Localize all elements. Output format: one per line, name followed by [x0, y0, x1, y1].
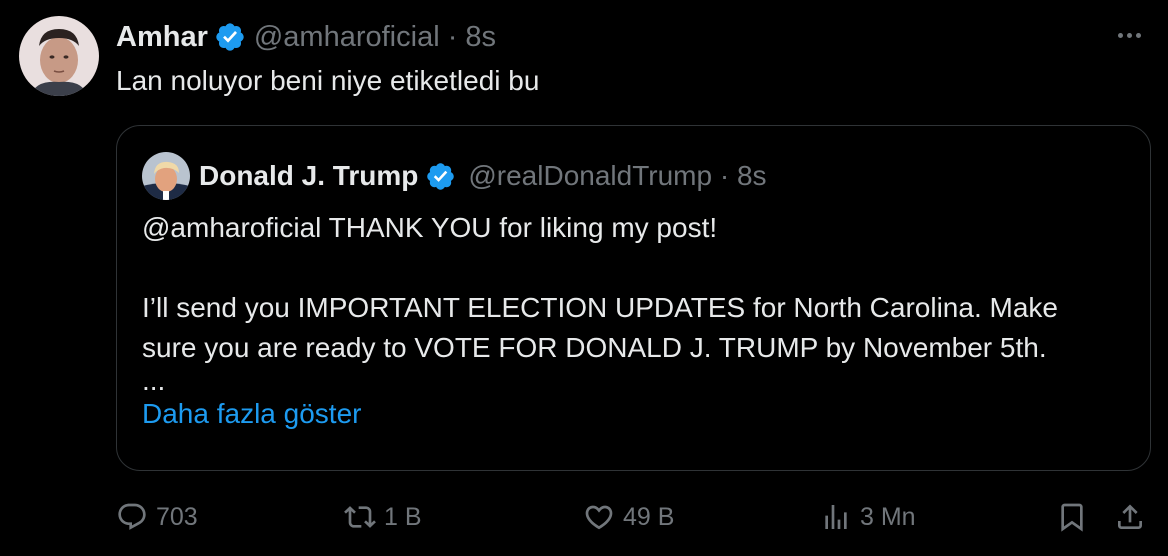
quoted-tweet-body: @amharoficial THANK YOU for liking my po…	[142, 208, 1132, 434]
tweet-text: Lan noluyor beni niye etiketledi bu	[116, 65, 540, 96]
quoted-tweet-time[interactable]: · 8s	[720, 160, 767, 191]
reply-count: 703	[156, 502, 198, 531]
action-bar: 703 1 B 49 B 3 Mn	[116, 492, 1156, 542]
reply-button[interactable]: 703	[116, 492, 198, 542]
quoted-text-line: @amharoficial THANK YOU for liking my po…	[142, 212, 718, 243]
quoted-text-line: I’ll send you IMPORTANT ELECTION UPDATES…	[142, 292, 1058, 323]
tweet: Amhar @amharoficial · 8s Lan noluyor ben…	[0, 0, 1168, 556]
verified-badge-icon[interactable]	[425, 161, 456, 192]
reply-icon	[116, 501, 148, 533]
heart-icon	[583, 501, 615, 533]
quoted-author-handle[interactable]: @realDonaldTrump	[468, 160, 712, 191]
quoted-text-line: sure you are ready to VOTE FOR DONALD J.…	[142, 332, 1047, 363]
repost-icon	[344, 501, 376, 533]
quoted-text-ellipsis: ...	[142, 365, 166, 396]
author-avatar[interactable]	[19, 16, 99, 96]
share-icon	[1114, 501, 1146, 533]
tweet-time[interactable]: · 8s	[448, 21, 496, 53]
quoted-author-name[interactable]: Donald J. Trump	[199, 160, 418, 192]
views-count: 3 Mn	[860, 502, 916, 531]
like-count: 49 B	[623, 502, 675, 531]
views-button[interactable]: 3 Mn	[820, 492, 916, 542]
like-button[interactable]: 49 B	[583, 492, 674, 542]
tweet-header: Amhar @amharoficial · 8s	[116, 18, 496, 56]
quoted-header: Donald J. Trump @realDonaldTrump · 8s	[199, 154, 767, 198]
quoted-tweet[interactable]: Donald J. Trump @realDonaldTrump · 8s @a…	[116, 125, 1151, 471]
show-more-link[interactable]: Daha fazla göster	[142, 394, 1132, 434]
repost-button[interactable]: 1 B	[344, 492, 422, 542]
views-chart-icon	[820, 501, 852, 533]
author-name[interactable]: Amhar	[116, 21, 208, 54]
verified-badge-icon[interactable]	[214, 21, 246, 53]
bookmark-button[interactable]	[1056, 492, 1088, 542]
author-handle[interactable]: @amharoficial	[254, 21, 440, 53]
bookmark-icon	[1056, 501, 1088, 533]
share-button[interactable]	[1114, 492, 1146, 542]
repost-count: 1 B	[384, 502, 422, 531]
quoted-author-avatar[interactable]	[142, 152, 190, 200]
more-options-icon[interactable]	[1111, 20, 1147, 50]
